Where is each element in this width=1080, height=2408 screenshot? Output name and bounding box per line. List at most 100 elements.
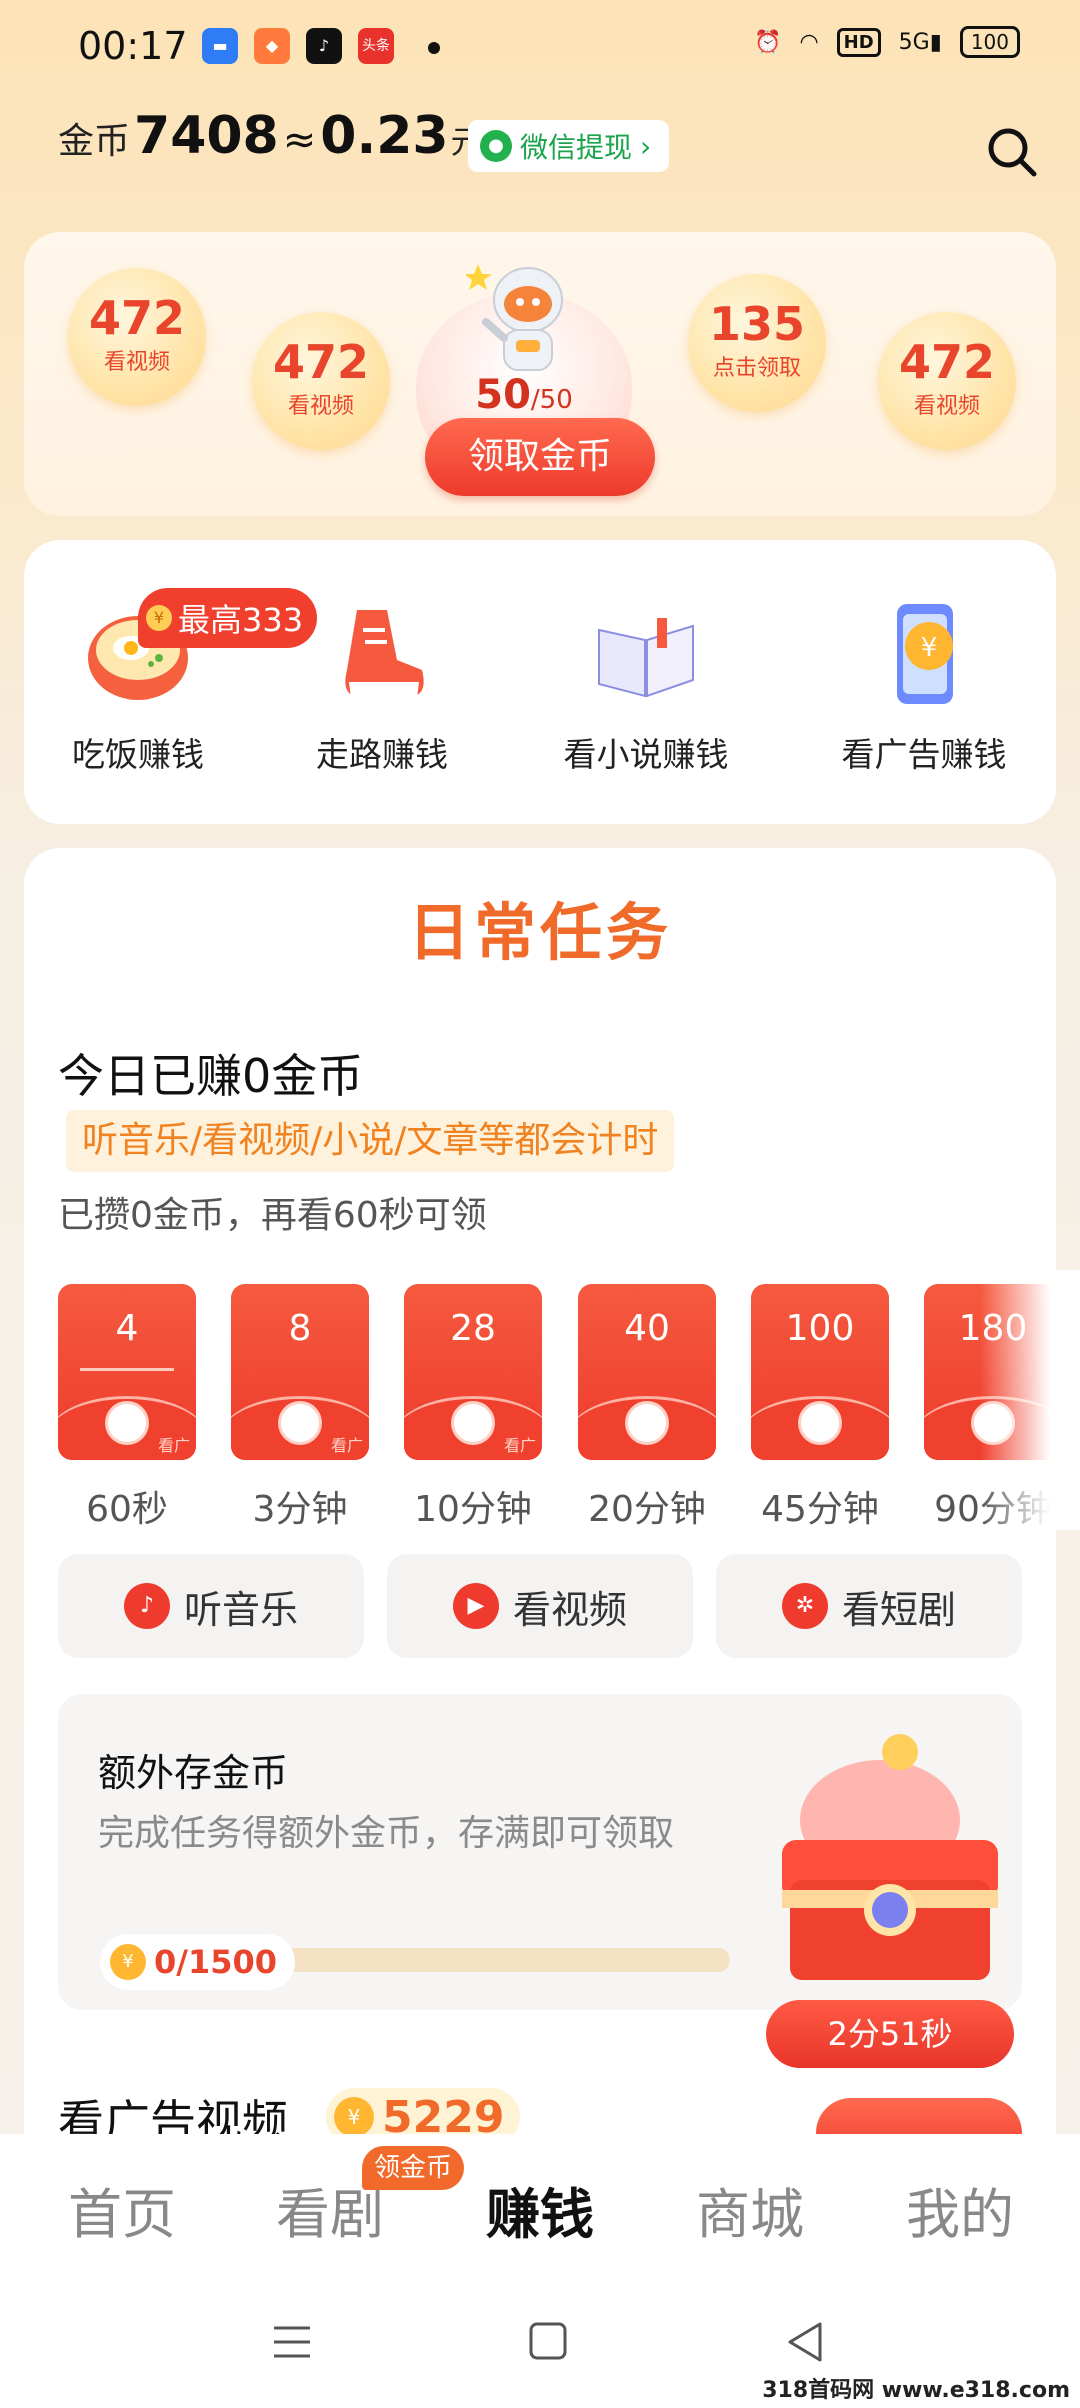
coin-count: 7408: [134, 106, 279, 166]
wifi-icon: ◠: [799, 29, 819, 55]
watch-short-drama-button[interactable]: ✲ 看短剧: [716, 1554, 1022, 1658]
earn-way-label: 吃饭赚钱: [72, 735, 204, 774]
bank-progress-text: 0/1500: [154, 1943, 278, 1981]
envelope-duration: 10分钟: [414, 1489, 532, 1530]
envelope-seal: [108, 1404, 146, 1442]
claim-coins-button[interactable]: 领取金币: [425, 418, 655, 496]
bank-timer-button[interactable]: 2分51秒: [766, 2000, 1014, 2068]
envelope-seal: [801, 1404, 839, 1442]
back-triangle-icon[interactable]: [776, 2316, 836, 2368]
orb-progress: 50/50: [406, 372, 642, 418]
max-reward-text: 最高333: [178, 601, 304, 639]
coin-icon: ¥: [110, 1944, 146, 1980]
scroll-fade: [980, 1270, 1080, 1530]
film-reel-icon: ✲: [781, 1583, 828, 1629]
daily-tasks-title: 日常任务: [407, 896, 672, 969]
phone-coin-icon: ¥: [897, 604, 953, 704]
chevron-right-icon: ›: [640, 129, 652, 163]
coin-label: 金币: [58, 121, 131, 162]
nav-drama-badge: 领金币: [362, 2146, 465, 2190]
sneaker-icon: [345, 610, 424, 698]
red-envelope[interactable]: 28 看广: [404, 1284, 542, 1460]
red-envelope[interactable]: 4 看广: [58, 1284, 196, 1460]
approx-sign: ≈: [282, 117, 317, 163]
earn-way-label: 走路赚钱: [316, 735, 448, 774]
bubble-label: 看视频: [103, 350, 170, 375]
game-icon: ◆: [254, 28, 290, 64]
bank-progress-pill: ¥ 0/1500: [100, 1934, 296, 1990]
wechat-icon: ●: [480, 130, 512, 162]
envelope-value: 8: [288, 1308, 312, 1349]
menu-icon[interactable]: [262, 2316, 322, 2368]
red-envelope[interactable]: 40: [578, 1284, 716, 1460]
piggy-chest-icon[interactable]: [770, 1730, 1010, 1990]
status-time: 00:17: [78, 24, 188, 68]
envelope-underline: [80, 1368, 174, 1371]
envelope-duration: 45分钟: [761, 1489, 879, 1530]
messages-icon: ▬: [202, 28, 238, 64]
coin-bubble[interactable]: 472 看视频: [878, 312, 1016, 450]
battery-icon: 100: [959, 26, 1020, 58]
yuan-value: 0.23: [320, 106, 449, 166]
notification-dot: [428, 42, 440, 54]
bubble-label: 看视频: [913, 394, 980, 419]
envelope-value: 100: [785, 1308, 855, 1349]
play-icon: ▶: [452, 1583, 499, 1629]
network-type: 5G: [898, 29, 930, 55]
progress-current: 50: [475, 372, 531, 418]
coin-bubble[interactable]: 472 看视频: [252, 312, 390, 450]
coin-icon: ¥: [146, 605, 172, 631]
envelope-value: 4: [115, 1308, 139, 1349]
envelope-duration: 60秒: [86, 1489, 168, 1530]
envelope-ad-tag: 看广: [157, 1436, 190, 1455]
timing-hint: 听音乐/看视频/小说/文章等都会计时: [66, 1110, 675, 1172]
envelope-value: 28: [450, 1308, 496, 1349]
coin-icon: ¥: [334, 2097, 374, 2137]
watermark: 318首码网 www.e318.com: [762, 2378, 1070, 2403]
nav-earn[interactable]: 赚钱: [440, 2170, 640, 2249]
nav-home[interactable]: 首页: [22, 2170, 222, 2249]
progress-total: /50: [530, 385, 573, 415]
bank-description: 完成任务得额外金币，存满即可领取: [98, 1813, 675, 1854]
withdraw-label: 微信提现: [520, 131, 633, 164]
bubble-label: 点击领取: [712, 356, 801, 381]
earn-way-label: 看广告赚钱: [841, 735, 1007, 774]
envelope-seal: [454, 1404, 492, 1442]
bubble-label: 看视频: [287, 394, 354, 419]
alarm-icon: ⏰: [754, 29, 782, 55]
nav-me[interactable]: 我的: [860, 2170, 1060, 2249]
red-envelope[interactable]: 8 看广: [231, 1284, 369, 1460]
earn-way-novel[interactable]: 看小说赚钱: [536, 600, 756, 776]
status-bar: 00:17 ▬ ◆ ♪ 头条 ⏰ ◠ HD 5G▮ 100: [0, 0, 1080, 96]
saved-coins-text: 已攒0金币，再看60秒可领: [58, 1195, 487, 1236]
hd-badge: HD: [836, 27, 881, 57]
bubble-value: 472: [898, 335, 996, 389]
envelope-ad-tag: 看广: [503, 1436, 536, 1455]
max-reward-badge: ¥ 最高333: [138, 588, 318, 648]
coin-summary: 金币 7408 ≈ 0.23 元: [58, 106, 483, 166]
earn-way-ads[interactable]: ¥ 看广告赚钱: [814, 600, 1034, 776]
bubble-value: 472: [272, 335, 370, 389]
robot-mascot-icon: [466, 264, 563, 371]
coin-bubble[interactable]: 472 看视频: [68, 268, 206, 406]
watch-video-button[interactable]: ▶ 看视频: [387, 1554, 693, 1658]
media-button-label: 看短剧: [841, 1587, 956, 1632]
home-square-icon[interactable]: [518, 2316, 578, 2368]
wechat-withdraw-button[interactable]: ● 微信提现 ›: [468, 120, 670, 172]
nav-mall[interactable]: 商城: [650, 2170, 850, 2249]
signal-icon: 5G▮: [898, 29, 942, 55]
listen-music-button[interactable]: ♪ 听音乐: [58, 1554, 364, 1658]
music-note-icon: ♪: [123, 1583, 170, 1629]
media-button-label: 听音乐: [183, 1587, 298, 1632]
envelope-ad-tag: 看广: [330, 1436, 363, 1455]
bank-progress: ¥ 0/1500: [100, 1934, 730, 1990]
envelope-duration: 3分钟: [252, 1489, 348, 1530]
envelope-duration: 20分钟: [588, 1489, 706, 1530]
search-icon[interactable]: [984, 124, 1040, 180]
coin-bubble[interactable]: 135 点击领取: [688, 274, 826, 412]
envelope-seal: [628, 1404, 666, 1442]
tiktok-icon: ♪: [306, 28, 342, 64]
envelope-seal: [281, 1404, 319, 1442]
red-envelope[interactable]: 100: [751, 1284, 889, 1460]
bubble-value: 472: [88, 291, 186, 345]
